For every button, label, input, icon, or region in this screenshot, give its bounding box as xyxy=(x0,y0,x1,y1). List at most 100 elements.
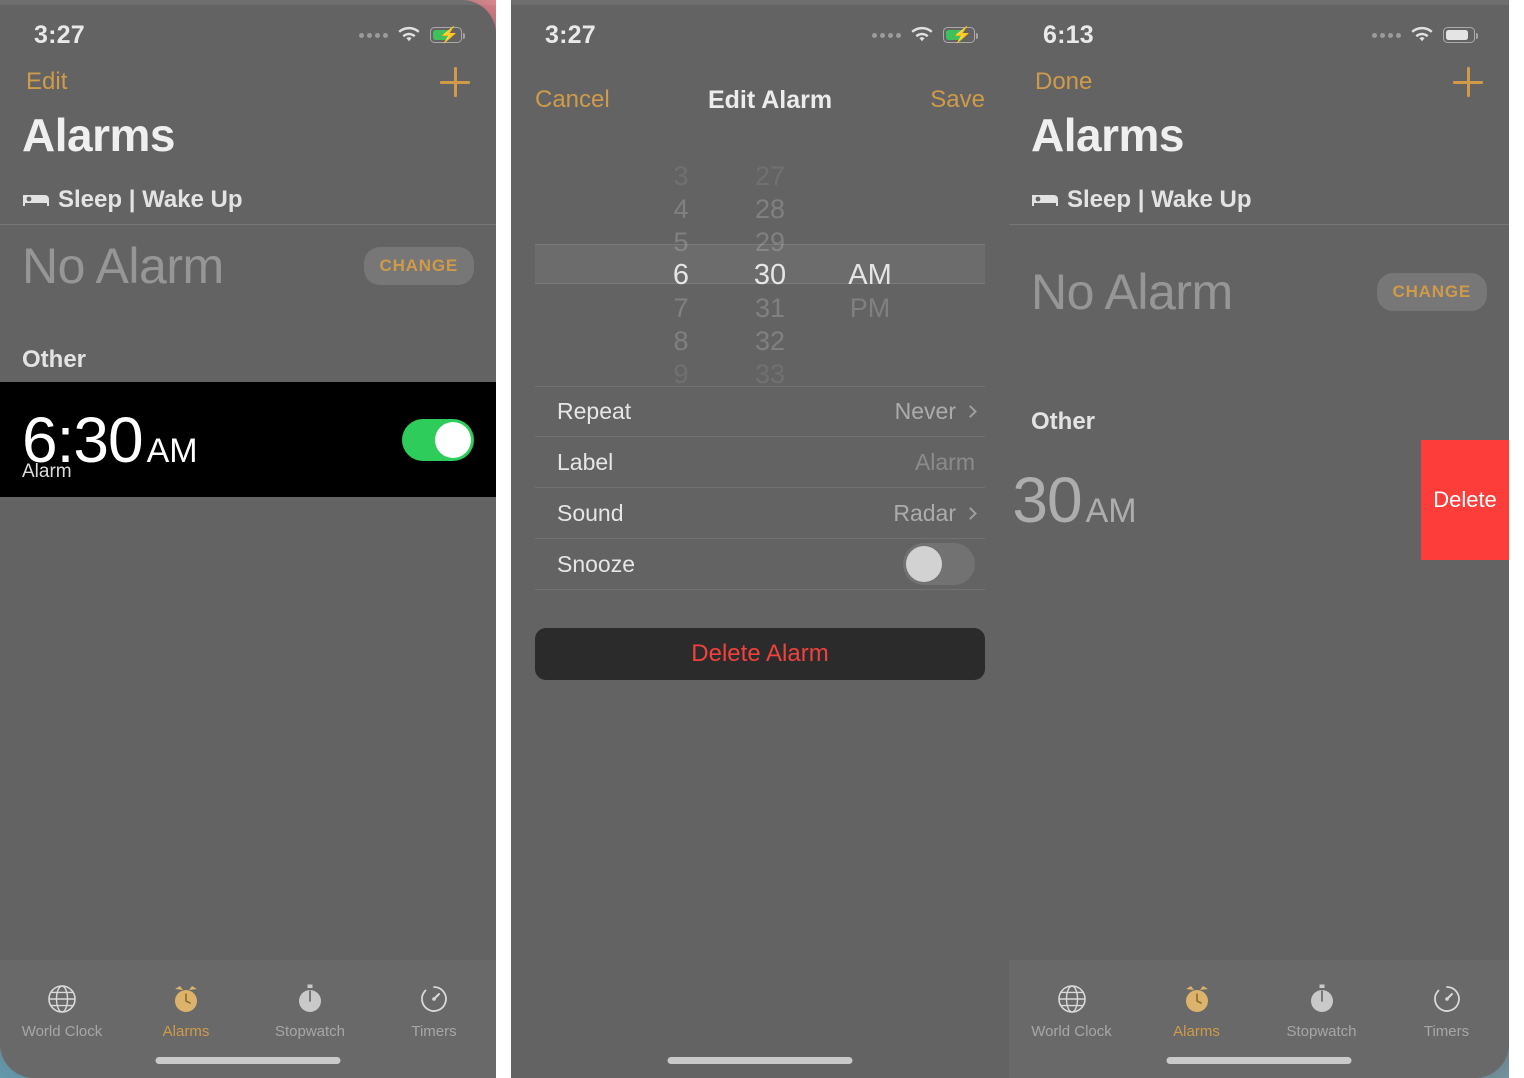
time-picker[interactable]: 3 4 5 6 7 8 9 27 28 29 30 31 32 33 AM PM xyxy=(535,160,985,389)
no-alarm-text: No Alarm xyxy=(1031,264,1233,320)
tab-label: World Clock xyxy=(1031,1023,1112,1040)
tab-timers[interactable]: Timers xyxy=(1393,982,1501,1040)
picker-column-meridiem[interactable]: · · · AM PM xyxy=(825,160,915,325)
alarm-row-swiped[interactable]: 6:30 AM Delete xyxy=(1009,440,1509,560)
picker-value-selected: 30 xyxy=(753,259,787,291)
save-button[interactable]: Save xyxy=(930,86,985,114)
picker-column-hours[interactable]: 3 4 5 6 7 8 9 xyxy=(651,160,711,391)
page-title: Alarms xyxy=(1031,109,1184,161)
battery-charging-icon: ⚡ xyxy=(943,27,979,44)
snooze-toggle[interactable] xyxy=(903,543,975,585)
picker-value: 31 xyxy=(754,293,786,323)
setting-value-text: Never xyxy=(894,398,956,424)
setting-row-snooze[interactable]: Snooze xyxy=(535,539,985,590)
tab-label: Stopwatch xyxy=(1286,1023,1357,1040)
alarm-row[interactable]: 6:30 AM Alarm xyxy=(0,382,496,497)
setting-value-text: Radar xyxy=(893,499,956,526)
tab-label: Timers xyxy=(1423,1023,1470,1040)
setting-row-label[interactable]: Label Alarm xyxy=(535,437,985,488)
chevron-right-icon xyxy=(964,405,977,418)
nav-bar: Edit xyxy=(0,58,496,106)
wifi-icon xyxy=(398,26,420,42)
sleep-wake-label: Sleep | Wake Up xyxy=(58,186,243,213)
status-time: 3:27 xyxy=(545,20,596,49)
picker-value: 27 xyxy=(754,161,786,191)
home-indicator[interactable] xyxy=(155,1057,341,1064)
setting-value: Alarm xyxy=(915,449,975,476)
chevron-right-icon xyxy=(964,506,977,520)
alarm-label: Alarm xyxy=(22,461,72,482)
delete-swipe-button[interactable]: Delete xyxy=(1421,440,1509,560)
other-section-header: Other xyxy=(22,346,87,373)
picker-value: 28 xyxy=(754,194,786,224)
alarm-clock-icon xyxy=(1185,986,1208,1012)
alarm-toggle[interactable] xyxy=(402,418,474,461)
three-panel-screenshot: 3:27 ⚡ Edit Alarms Sleep | Wake Up No Al… xyxy=(0,0,1524,1078)
setting-label: Repeat xyxy=(557,398,632,424)
no-alarm-row: No Alarm CHANGE xyxy=(1009,258,1509,326)
tab-alarms[interactable]: Alarms xyxy=(1143,982,1251,1040)
alarm-time: 6:30 AM xyxy=(1009,463,1137,537)
stopwatch-icon xyxy=(1310,984,1333,1012)
picker-value: PM xyxy=(849,293,891,323)
setting-row-repeat[interactable]: Repeat Never xyxy=(535,386,985,437)
status-indicators: ⚡ xyxy=(359,26,466,44)
other-section-header: Other xyxy=(1031,408,1096,435)
sleep-wake-section-header: Sleep | Wake Up xyxy=(22,186,243,214)
change-button[interactable]: CHANGE xyxy=(1376,273,1487,311)
setting-label: Snooze xyxy=(557,550,636,577)
setting-label: Sound xyxy=(557,499,624,526)
plus-icon[interactable] xyxy=(1453,67,1483,97)
tab-label: Alarms xyxy=(1173,1023,1220,1040)
status-time: 3:27 xyxy=(34,20,85,49)
alarm-clock-icon xyxy=(175,986,197,1012)
phone-screen: 3:27 ⚡ Cancel Edit Alarm Save 3 4 5 6 7 … xyxy=(511,0,1009,1078)
change-button[interactable]: CHANGE xyxy=(363,247,474,285)
alarm-settings-list: Repeat Never Label Alarm Sound Radar Sno… xyxy=(535,386,985,590)
delete-alarm-button[interactable]: Delete Alarm xyxy=(535,628,985,680)
picker-value: 4 xyxy=(673,194,689,224)
timer-icon xyxy=(421,986,447,1012)
picker-value: 7 xyxy=(673,293,689,323)
edit-button[interactable]: Edit xyxy=(26,68,67,96)
no-alarm-row: No Alarm CHANGE xyxy=(0,232,496,300)
modal-nav-bar: Cancel Edit Alarm Save xyxy=(511,76,1009,124)
status-bar: 3:27 ⚡ xyxy=(0,0,496,56)
done-button[interactable]: Done xyxy=(1035,68,1092,96)
panel-edit-alarm: 3:27 ⚡ Cancel Edit Alarm Save 3 4 5 6 7 … xyxy=(511,0,1009,1078)
setting-row-sound[interactable]: Sound Radar xyxy=(535,488,985,539)
alarm-meridiem: AM xyxy=(146,431,198,470)
tab-stopwatch[interactable]: Stopwatch xyxy=(1268,982,1376,1040)
picker-column-minutes[interactable]: 27 28 29 30 31 32 33 xyxy=(735,160,805,391)
sleep-wake-section-header: Sleep | Wake Up xyxy=(1031,186,1252,214)
home-indicator[interactable] xyxy=(1166,1057,1352,1064)
phone-screen: 6:13 Done Alarms Sleep | Wake Up No Alar… xyxy=(1009,0,1509,1078)
tab-world-clock[interactable]: World Clock xyxy=(8,982,116,1040)
modal-title: Edit Alarm xyxy=(707,85,833,114)
setting-value-text: Alarm xyxy=(914,448,975,475)
plus-icon[interactable] xyxy=(440,67,470,97)
alarm-time-value: 6:30 xyxy=(1009,464,1083,536)
bed-icon xyxy=(23,195,49,206)
stopwatch-icon xyxy=(299,984,321,1012)
divider xyxy=(0,224,496,225)
picker-value: 32 xyxy=(754,326,786,356)
status-indicators xyxy=(1372,26,1479,44)
home-indicator[interactable] xyxy=(667,1057,853,1064)
status-time: 6:13 xyxy=(1043,20,1094,49)
tab-timers[interactable]: Timers xyxy=(380,982,488,1040)
wifi-icon xyxy=(911,26,933,42)
picker-value: 5 xyxy=(673,227,689,257)
battery-icon xyxy=(1443,27,1479,43)
alarm-meridiem: AM xyxy=(1085,492,1137,530)
tab-alarms[interactable]: Alarms xyxy=(132,982,240,1040)
panel-gap xyxy=(496,0,511,1078)
divider xyxy=(1009,224,1509,225)
timer-icon xyxy=(1433,986,1460,1012)
tab-stopwatch[interactable]: Stopwatch xyxy=(256,982,364,1040)
setting-value: Radar xyxy=(893,499,977,527)
globe-icon xyxy=(48,985,76,1013)
battery-charging-icon: ⚡ xyxy=(430,27,466,44)
tab-world-clock[interactable]: World Clock xyxy=(1018,982,1126,1040)
cancel-button[interactable]: Cancel xyxy=(535,86,610,114)
